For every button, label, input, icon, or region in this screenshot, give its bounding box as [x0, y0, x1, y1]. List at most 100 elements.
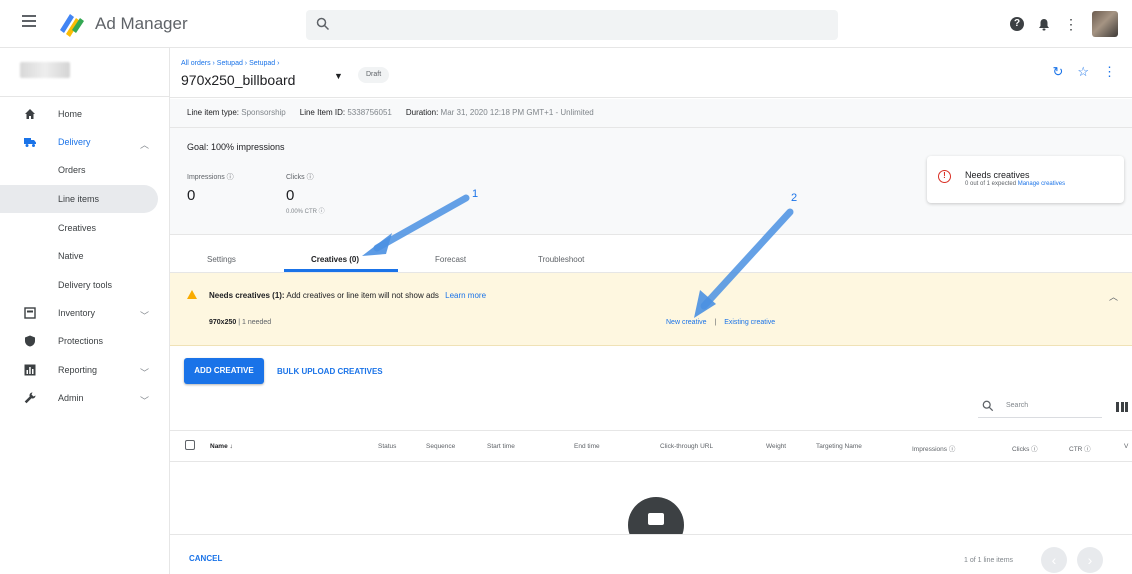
learn-more-link[interactable]: Learn more — [445, 291, 486, 300]
alert-title: Needs creatives — [965, 170, 1030, 180]
column-header-name[interactable]: Name ↓ — [210, 443, 233, 450]
tab-forecast[interactable]: Forecast — [435, 255, 466, 264]
bulk-upload-button[interactable]: BULK UPLOAD CREATIVES — [277, 367, 383, 376]
column-header-click-through-url[interactable]: Click-through URL — [660, 443, 713, 450]
notifications-bell-icon[interactable] — [1038, 18, 1050, 31]
column-header-weight[interactable]: Weight — [766, 443, 786, 450]
creative-links: New creative | Existing creative — [666, 319, 775, 326]
chevron-left-icon[interactable]: ‹ — [1041, 547, 1067, 573]
duration-value: Mar 31, 2020 12:18 PM GMT+1 - Unlimited — [440, 108, 594, 117]
creatives-table-header: Name ↓ Status Sequence Start time End ti… — [170, 430, 1132, 462]
needs-creatives-card: ! Needs creatives 0 out of 1 expected Ma… — [927, 156, 1124, 203]
error-icon: ! — [938, 170, 951, 183]
table-search-input[interactable]: Search — [978, 396, 1102, 418]
history-icon[interactable]: ↻ — [1052, 65, 1063, 79]
page-title: 970x250_billboard — [181, 72, 296, 88]
annotation-label-2: 2 — [791, 192, 798, 204]
sidebar-item-home[interactable]: Home — [0, 100, 169, 128]
column-header-clicks[interactable]: Clicks ⓘ — [1012, 443, 1038, 453]
banner-text: Add creatives or line item will not show… — [286, 291, 439, 300]
new-creative-link[interactable]: New creative — [666, 319, 706, 326]
impressions-label: Impressions ⓘ — [187, 174, 234, 181]
sidebar-item-line-items[interactable]: Line items — [0, 185, 158, 213]
columns-icon[interactable] — [1116, 402, 1128, 412]
status-badge: Draft — [358, 67, 390, 83]
column-header-sequence[interactable]: Sequence — [426, 443, 455, 450]
ctr-value: 0.00% CTR ⓘ — [286, 209, 325, 215]
column-header-targeting-name[interactable]: Targeting Name — [816, 443, 862, 450]
select-all-checkbox[interactable] — [185, 440, 195, 450]
sidebar-item-label: Inventory — [58, 308, 96, 318]
help-icon[interactable]: ? — [1010, 17, 1024, 31]
line-item-meta: Line item type: Sponsorship Line Item ID… — [187, 108, 594, 117]
sidebar-item-label: Native — [58, 251, 84, 261]
creative-size: 970x250 | 1 needed — [209, 319, 271, 326]
sidebar-item-reporting[interactable]: Reporting ﹀ — [0, 356, 169, 384]
cancel-button[interactable]: CANCEL — [189, 554, 222, 563]
clicks-label: Clicks ⓘ — [286, 174, 314, 181]
sidebar-item-protections[interactable]: Protections — [0, 327, 169, 355]
column-header-ctr[interactable]: CTR ⓘ — [1069, 443, 1091, 453]
search-icon — [316, 17, 330, 31]
type-label: Line item type: — [187, 108, 240, 117]
add-creative-button[interactable]: ADD CREATIVE — [184, 358, 264, 384]
column-header-end-time[interactable]: End time — [574, 443, 600, 450]
alert-subtitle: 0 out of 1 expected Manage creatives — [965, 181, 1065, 187]
wrench-icon — [24, 392, 36, 404]
sidebar-item-native[interactable]: Native — [0, 242, 169, 270]
manage-creatives-link[interactable]: Manage creatives — [1018, 181, 1065, 187]
duration-label: Duration: — [405, 108, 439, 117]
sidebar-item-inventory[interactable]: Inventory ﹀ — [0, 299, 169, 327]
search-icon — [982, 400, 994, 412]
pager-text: 1 of 1 line items — [964, 557, 1014, 564]
chevron-down-icon: ﹀ — [140, 311, 150, 321]
impressions-value: 0 — [187, 187, 196, 204]
type-value: Sponsorship — [241, 108, 286, 117]
avatar[interactable] — [1092, 11, 1118, 37]
link-separator: | — [714, 319, 717, 326]
more-vert-icon[interactable]: ⋮ — [1064, 17, 1078, 31]
more-vert-icon[interactable]: ⋮ — [1103, 65, 1116, 79]
tab-troubleshoot[interactable]: Troubleshoot — [538, 255, 584, 264]
sidebar-item-label: Creatives — [58, 223, 97, 233]
truck-icon — [24, 138, 36, 147]
tab-settings[interactable]: Settings — [207, 255, 236, 264]
banner-message: Needs creatives (1): Add creatives or li… — [209, 291, 486, 300]
column-header-truncated[interactable]: V — [1124, 443, 1128, 450]
sidebar-item-label: Delivery tools — [58, 280, 113, 290]
breadcrumb[interactable]: All orders › Setupad › Setupad › — [181, 60, 279, 67]
bar-chart-icon — [24, 364, 36, 376]
chevron-right-icon[interactable]: › — [1077, 547, 1103, 573]
impressions-stat: Impressions ⓘ 0 — [187, 172, 234, 204]
caret-down-icon[interactable]: ▼ — [334, 71, 343, 81]
sidebar: Home Delivery ︿ Orders Line items Creati… — [0, 48, 170, 574]
column-header-impressions[interactable]: Impressions ⓘ — [912, 443, 955, 453]
alert-subtitle-text: 0 out of 1 expected — [965, 181, 1017, 187]
annotation-label-1: 1 — [472, 188, 479, 200]
sidebar-item-delivery-tools[interactable]: Delivery tools — [0, 271, 169, 299]
needs-creatives-banner: Needs creatives (1): Add creatives or li… — [170, 273, 1132, 346]
column-header-start-time[interactable]: Start time — [487, 443, 515, 450]
sidebar-item-orders[interactable]: Orders — [0, 156, 169, 184]
star-icon[interactable]: ☆ — [1077, 65, 1089, 79]
network-name-redacted[interactable] — [20, 62, 70, 78]
sidebar-item-label: Delivery — [58, 137, 91, 147]
column-header-status[interactable]: Status — [378, 443, 396, 450]
existing-creative-link[interactable]: Existing creative — [724, 319, 775, 326]
chevron-down-icon: ﹀ — [140, 368, 150, 378]
sidebar-item-delivery[interactable]: Delivery ︿ — [0, 128, 169, 156]
global-search-bar[interactable] — [306, 10, 838, 40]
chevron-up-icon[interactable]: ︿ — [1109, 290, 1118, 303]
tab-creatives[interactable]: Creatives (0) — [311, 255, 359, 264]
shield-icon — [25, 335, 35, 347]
menu-icon[interactable] — [22, 15, 36, 27]
home-icon — [25, 109, 35, 119]
tab-bar: Settings Creatives (0) Forecast Troubles… — [170, 235, 1132, 273]
size-needed: | 1 needed — [238, 319, 272, 326]
sidebar-divider — [0, 96, 169, 97]
sidebar-item-creatives[interactable]: Creatives — [0, 214, 169, 242]
top-app-bar: Ad Manager ? ⋮ — [0, 0, 1132, 48]
clicks-stat: Clicks ⓘ 0 0.00% CTR ⓘ — [286, 172, 325, 215]
sidebar-item-admin[interactable]: Admin ﹀ — [0, 384, 169, 412]
sidebar-item-label: Line items — [58, 194, 100, 204]
